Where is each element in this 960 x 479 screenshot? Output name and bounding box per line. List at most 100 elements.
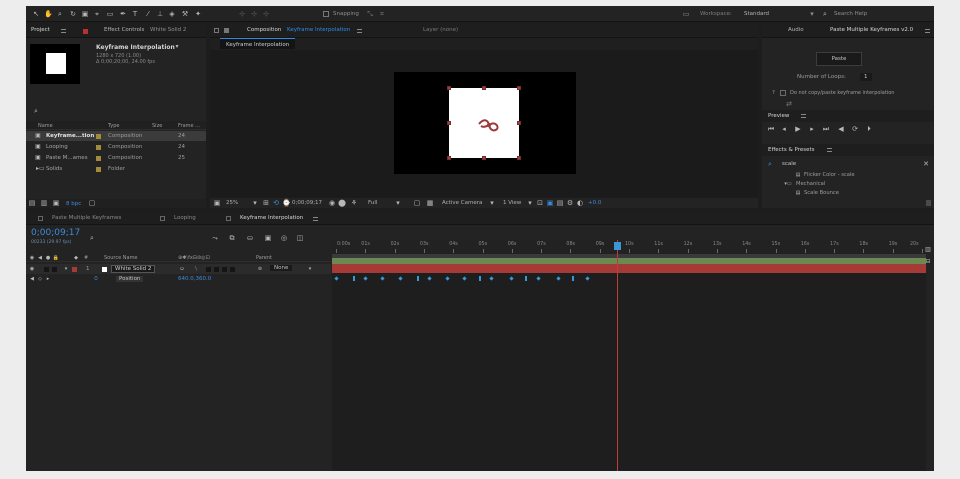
tab-composition[interactable]: Composition [247,27,281,33]
col-parent[interactable]: Parent [256,255,272,261]
property-row[interactable]: ◀ ◇ ▸ ⏱ Position 640.0,360.0 [26,274,331,284]
layer-switch-box[interactable] [206,267,211,272]
layer-switch-box[interactable] [222,267,227,272]
timeline-tab-close-icon[interactable] [160,216,165,221]
graph-editor-icon[interactable]: ◫ [296,234,304,242]
paste-button[interactable]: Paste [816,52,862,66]
keyframe[interactable] [462,276,468,281]
comp-viewer[interactable] [210,50,758,198]
comp-mini-flowchart-icon[interactable]: ⤳ [211,234,219,242]
type-tool-icon[interactable]: T [131,10,139,18]
motion-blur-icon[interactable]: ◎ [280,234,288,242]
keyframe[interactable] [556,276,561,281]
mask-visibility-icon[interactable]: ⟲ [272,199,280,207]
col-source-name[interactable]: Source Name [104,255,138,261]
layer-visibility-icon[interactable]: ◉ [28,265,36,273]
tab-effects-presets[interactable]: Effects & Presets [768,147,815,153]
loops-input[interactable]: 1 [860,73,872,81]
transparency-grid-icon[interactable]: ▦ [426,199,434,207]
time-ruler[interactable]: 0:00s 01s 02s 03s 04s 05s 06s 07s 08s 09s 10s 11s 12… [332,240,926,254]
keyframe-hold[interactable] [525,276,528,281]
workspace-dropdown-icon[interactable]: ▾ [808,10,816,18]
timeline-tab[interactable]: Looping [174,215,196,221]
playhead-handle[interactable] [614,242,622,250]
keyframe-hold[interactable] [572,276,575,281]
keyframe[interactable] [380,276,385,281]
label-color-swatch[interactable] [96,145,101,150]
audio-icon[interactable]: ◀ [837,125,845,133]
motion-path[interactable] [476,116,502,136]
keyframe[interactable] [363,276,368,281]
search-help-input[interactable]: Search Help [834,11,867,17]
layer-expand-icon[interactable]: ▾ [62,265,70,273]
effects-search-input[interactable]: scale [782,161,796,167]
transform-handle[interactable] [482,156,486,160]
comp-menu-icon[interactable] [357,29,362,33]
timeline-tab[interactable]: Paste Multiple Keyframes [52,215,121,221]
keyframe-hold[interactable] [417,276,420,281]
safe-zones-icon[interactable]: ⊞ [262,199,270,207]
timeline-icon[interactable]: ▤ [556,199,564,207]
workspace-icon[interactable]: ▭ [682,10,690,18]
camera-tool-icon[interactable]: ▣ [81,10,89,18]
transform-handle[interactable] [447,121,451,125]
camera-dropdown-icon[interactable]: ▾ [488,199,496,207]
comp-subtab[interactable]: Keyframe Interpolation [220,38,296,49]
transform-handle[interactable] [517,156,521,160]
keyframe-hold[interactable] [478,276,481,281]
resolution-select[interactable]: Full [368,200,377,206]
layer-duration-bar-red[interactable] [332,264,926,273]
always-preview-icon[interactable]: ▣ [213,199,221,207]
view-layout-select[interactable]: 1 View [503,200,521,206]
parent-dropdown-icon[interactable]: ▾ [306,265,314,273]
pen-tool-icon[interactable]: ✒ [119,10,127,18]
keyframe[interactable] [509,276,514,281]
parent-pickwhip-icon[interactable]: ⊚ [256,265,264,273]
camera-snapshot-icon[interactable]: ◉ [328,199,336,207]
stopwatch-icon[interactable]: ⏱ [92,275,100,283]
snapshot-icon[interactable]: ⌚ [282,199,291,207]
col-size[interactable]: Size [152,123,162,129]
comp-lock-icon[interactable] [224,28,229,33]
comp-name-dropdown-icon[interactable]: ▾ [173,43,181,51]
timeline-menu-icon[interactable] [313,217,318,221]
local-axis-icon[interactable]: ⊹ [238,10,246,18]
effects-item[interactable]: ▤ Scale Bounce [762,188,922,198]
layer-audio-box[interactable] [44,267,49,272]
color-management-icon[interactable]: ⚘ [350,199,358,207]
timeline-tab-close-icon[interactable] [38,216,43,221]
comp-button-icon[interactable]: ▥ [924,246,932,254]
reset-exposure-icon[interactable]: ◐ [576,199,584,207]
keyframe[interactable] [585,276,591,281]
clear-search-icon[interactable]: ✕ [922,160,930,168]
snapping-options-icon[interactable]: ⤡ [366,10,374,18]
puppet-pin-tool-icon[interactable]: ✦ [194,10,202,18]
property-value[interactable]: 640.0,360.0 [178,276,211,282]
project-item[interactable]: ▣ Paste M...ames Composition 25 [26,153,206,163]
tab-paste-multiple-keyframes[interactable]: Paste Multiple Keyframes v2.0 [830,27,913,33]
layer-solo-box[interactable] [52,267,57,272]
project-item[interactable]: ▸▭ Solids Folder [26,164,206,174]
rectangle-tool-icon[interactable]: ▭ [106,10,114,18]
shy-layers-icon[interactable]: ⛀ [246,234,254,242]
clone-stamp-tool-icon[interactable]: ⊥ [156,10,164,18]
col-type[interactable]: Type [108,123,119,129]
layer-switch-box[interactable] [214,267,219,272]
preview-menu-icon[interactable] [801,114,806,118]
keyframe[interactable] [427,276,432,281]
tab-audio[interactable]: Audio [788,27,804,33]
first-frame-icon[interactable]: ⏮ [767,125,775,133]
time-graph[interactable]: 0:00s 01s 02s 03s 04s 05s 06s 07s 08s 09s 10s 11s 12… [332,240,926,471]
layer-row[interactable]: ◉ ▾ 1 White Solid 2 ⛀ ⧹ ⊚ None ▾ [26,264,331,274]
camera-select[interactable]: Active Camera [442,200,482,206]
transform-handle[interactable] [517,86,521,90]
col-frame[interactable]: Frame ... [178,123,200,129]
transform-handle[interactable] [447,156,451,160]
keyframe[interactable] [536,276,541,281]
timeline-tab[interactable]: Keyframe Interpolation [240,215,303,221]
frame-blending-icon[interactable]: ▣ [264,234,272,242]
draft-3d-icon[interactable]: ⧉ [228,234,236,242]
keyframe-navigator-next-icon[interactable]: ▸ [44,275,52,283]
hand-tool-icon[interactable]: ✋ [44,10,53,18]
resolution-dropdown-icon[interactable]: ▾ [394,199,402,207]
